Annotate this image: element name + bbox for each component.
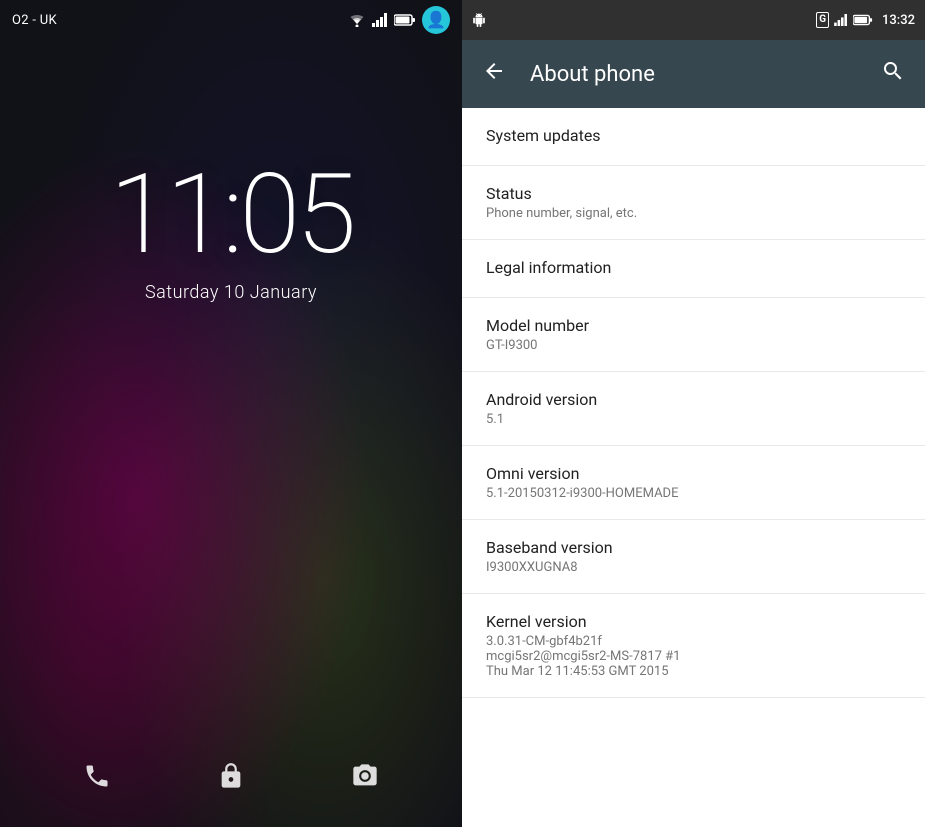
menu-item-subtitle: I9300XXUGNA8 [486,560,901,575]
menu-item-title: Android version [486,390,901,409]
lock-icon[interactable] [217,762,245,797]
menu-item-legal[interactable]: Legal information [462,240,925,298]
status-time: 13:32 [882,13,915,28]
camera-icon[interactable] [351,762,379,797]
menu-item-kernel[interactable]: Kernel version 3.0.31-CM-gbf4b21f mcgi5s… [462,594,925,698]
signal-icon [372,13,388,27]
search-button[interactable] [877,55,909,93]
right-status-icons: G 13:32 [816,12,915,28]
time-container: 11:05 Saturday 10 January [0,160,462,303]
menu-item-system-updates[interactable]: System updates [462,108,925,166]
lock-background [0,0,462,827]
menu-item-subtitle: Phone number, signal, etc. [486,206,901,221]
menu-list: System updates Status Phone number, sign… [462,108,925,827]
lock-screen: O2 - UK 👤 [0,0,462,827]
menu-item-android-version[interactable]: Android version 5.1 [462,372,925,446]
right-status-bar: G 13:32 [462,0,925,40]
menu-item-title: Omni version [486,464,901,483]
signal-icon-right [834,14,848,26]
menu-item-title: Model number [486,316,901,335]
avatar-icon: 👤 [426,12,446,28]
settings-panel: G 13:32 About phone [462,0,925,827]
menu-item-title: Baseband version [486,538,901,557]
date-display: Saturday 10 January [145,282,317,303]
battery-icon-right [853,14,873,26]
app-bar: About phone [462,40,925,108]
menu-item-subtitle: 3.0.31-CM-gbf4b21f mcgi5sr2@mcgi5sr2-MS-… [486,634,901,679]
menu-item-status[interactable]: Status Phone number, signal, etc. [462,166,925,240]
menu-item-subtitle: GT-I9300 [486,338,901,353]
avatar[interactable]: 👤 [422,6,450,34]
lock-bottom-bar [0,762,462,797]
menu-item-title: System updates [486,126,901,145]
menu-item-model[interactable]: Model number GT-I9300 [462,298,925,372]
carrier-label: O2 - UK [12,13,57,28]
menu-item-baseband[interactable]: Baseband version I9300XXUGNA8 [462,520,925,594]
lock-status-bar: O2 - UK 👤 [0,0,462,40]
back-button[interactable] [478,55,510,93]
battery-icon [394,14,416,26]
menu-item-title: Kernel version [486,612,901,631]
app-bar-title: About phone [530,62,877,87]
menu-item-title: Status [486,184,901,203]
time-display: 11:05 [109,160,352,270]
network-type-badge: G [816,12,829,28]
android-status-icons [472,13,486,27]
menu-item-subtitle: 5.1 [486,412,901,427]
menu-item-title: Legal information [486,258,901,277]
phone-icon[interactable] [83,762,111,797]
menu-item-subtitle: 5.1-20150312-i9300-HOMEMADE [486,486,901,501]
menu-item-omni-version[interactable]: Omni version 5.1-20150312-i9300-HOMEMADE [462,446,925,520]
status-icons: 👤 [348,6,450,34]
android-robot-icon [472,13,486,27]
wifi-icon [348,13,366,27]
